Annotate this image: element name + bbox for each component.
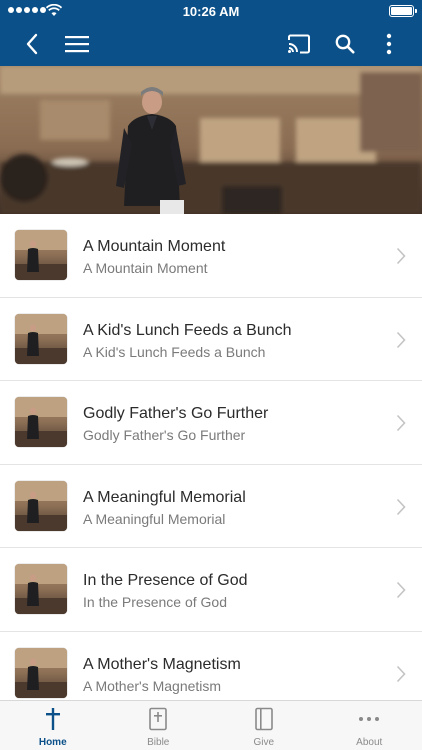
chevron-right-icon	[396, 581, 406, 599]
item-subtitle: A Meaningful Memorial	[83, 510, 226, 527]
item-thumbnail	[15, 480, 67, 531]
menu-button[interactable]	[57, 22, 97, 66]
tab-bar: Home Bible Give About	[0, 700, 422, 750]
item-thumbnail	[15, 397, 67, 447]
ellipsis-icon	[359, 717, 380, 721]
item-title: In the Presence of God	[83, 572, 248, 589]
item-title: A Kid's Lunch Feeds a Bunch	[83, 321, 292, 339]
status-bar: 10:26 AM	[0, 0, 422, 22]
list-item[interactable]: In the Presence of God In the Presence o…	[0, 548, 422, 632]
chevron-right-icon	[396, 247, 406, 265]
search-button[interactable]	[325, 22, 365, 66]
status-time: 10:26 AM	[182, 4, 240, 19]
item-subtitle: A Mountain Moment	[83, 260, 208, 276]
chevron-right-icon	[396, 331, 406, 348]
item-subtitle: In the Presence of God	[83, 594, 227, 610]
chevron-right-icon	[396, 665, 406, 682]
item-subtitle: A Kid's Lunch Feeds a Bunch	[83, 343, 266, 360]
hero-photo	[0, 66, 422, 214]
bible-icon	[149, 707, 168, 731]
list-item[interactable]: A Kid's Lunch Feeds a Bunch A Kid's Lunc…	[0, 298, 422, 381]
book-icon	[254, 707, 273, 731]
back-button[interactable]	[12, 22, 52, 66]
tab-label: Bible	[147, 737, 170, 748]
tab-about[interactable]: About	[317, 701, 422, 750]
navigation-bar	[0, 22, 422, 66]
cross-icon	[45, 708, 60, 730]
list-item[interactable]: A Mountain Moment A Mountain Moment	[0, 214, 422, 298]
tab-label: Home	[38, 737, 67, 748]
item-thumbnail	[15, 230, 67, 280]
back-arrow-icon	[26, 33, 38, 55]
more-options-button[interactable]	[369, 22, 409, 66]
cast-button[interactable]	[279, 22, 319, 66]
tab-label: About	[356, 737, 383, 748]
chevron-right-icon	[396, 498, 406, 515]
item-thumbnail	[15, 647, 67, 698]
item-subtitle: Godly Father's Go Further	[83, 427, 246, 443]
cast-icon	[288, 34, 310, 54]
item-title: A Mountain Moment	[83, 238, 226, 255]
list-item[interactable]: Godly Father's Go Further Godly Father's…	[0, 381, 422, 465]
chevron-right-icon	[396, 414, 406, 432]
hamburger-menu-icon	[65, 36, 89, 53]
tab-give[interactable]: Give	[211, 701, 317, 750]
item-thumbnail	[15, 564, 67, 614]
item-title: A Meaningful Memorial	[83, 488, 246, 506]
tab-bible[interactable]: Bible	[106, 701, 212, 750]
tab-home[interactable]: Home	[0, 701, 106, 750]
list-item[interactable]: A Meaningful Memorial A Meaningful Memor…	[0, 465, 422, 548]
item-title: A Mother's Magnetism	[83, 655, 241, 673]
tab-label: Give	[253, 737, 275, 748]
message-list: A Mountain Moment A Mountain Moment A Ki…	[0, 214, 422, 715]
search-icon	[335, 34, 355, 54]
item-subtitle: A Mother's Magnetism	[83, 677, 222, 694]
battery-icon	[389, 5, 417, 17]
item-title: Godly Father's Go Further	[83, 405, 269, 422]
item-thumbnail	[15, 313, 67, 364]
hero-image[interactable]	[0, 66, 422, 214]
more-vertical-icon	[386, 33, 392, 55]
